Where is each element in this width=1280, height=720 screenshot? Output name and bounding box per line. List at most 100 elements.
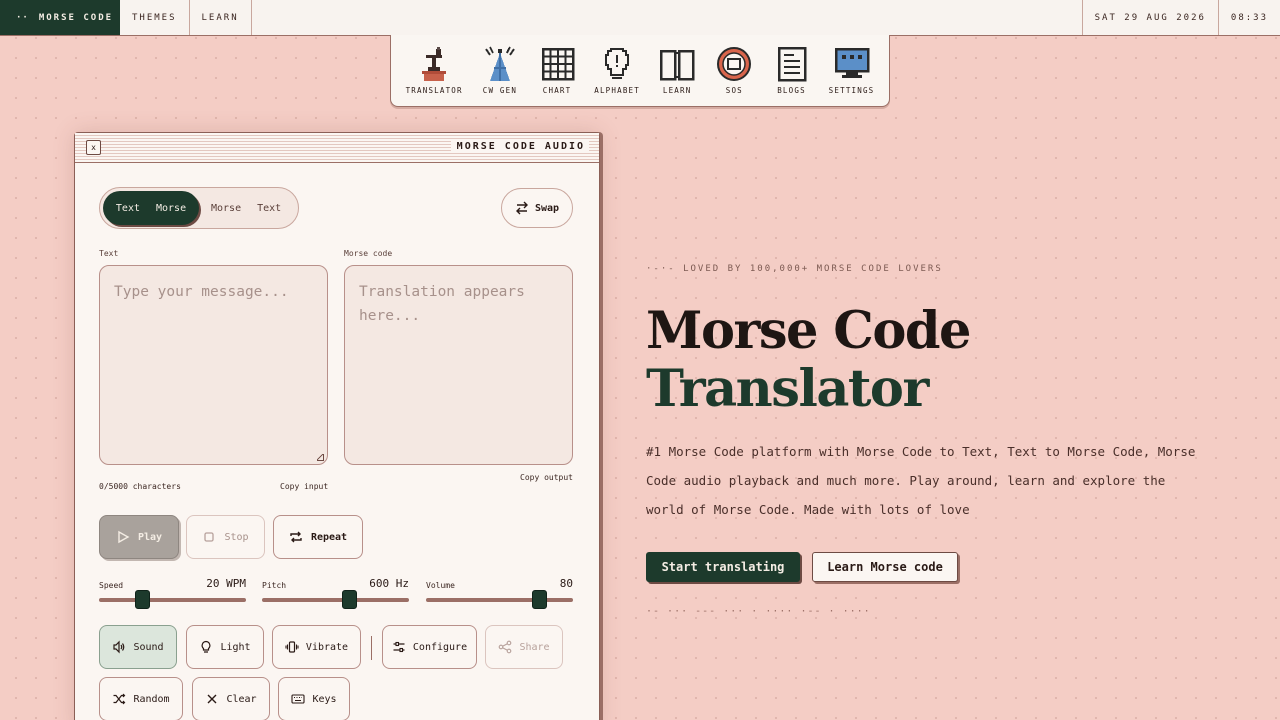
output-label: Morse code [344,249,393,258]
clear-button[interactable]: Clear [192,677,270,720]
vibrate-label: Vibrate [305,641,349,653]
window-title-bar[interactable]: x MORSE CODE AUDIO [75,133,599,163]
share-button[interactable]: Share [485,625,563,669]
learn-morse-button[interactable]: Learn Morse code [812,552,958,582]
dock-label-blogs: BLOGS [777,86,806,95]
translation-mode-toggle: Text Morse Morse Text [99,187,299,229]
sound-label: Sound [133,641,164,653]
mode-to-label: Morse [156,202,187,214]
hero-title-line-1: Morse Code [646,301,971,361]
configure-button[interactable]: Configure [382,625,477,669]
life-ring-icon [717,47,752,81]
keyboard-icon [291,694,306,704]
dock-item-settings[interactable]: SETTINGS [829,45,875,95]
speaker-icon [113,640,125,654]
mode-from-label: Morse [211,202,242,214]
stop-button[interactable]: Stop [186,515,265,559]
start-translating-button[interactable]: Start translating [646,552,800,582]
volume-track[interactable] [426,590,573,609]
dock-label-cw-gen: CW GEN [482,86,518,95]
speed-label: Speed [99,581,124,590]
sound-toggle[interactable]: Sound [99,625,177,669]
pitch-slider: Pitch 600 Hz [262,577,409,609]
date-display: SAT 29 AUG 2026 [1081,0,1218,35]
top-bar: ·· MORSE CODE THEMES LEARN SAT 29 AUG 20… [0,0,1280,36]
nav-themes-link[interactable]: THEMES [120,0,190,35]
clock-display: 08:33 [1217,0,1280,35]
mode-text-to-morse[interactable]: Text Morse [103,191,199,225]
hero-title: Morse Code Translator [646,301,971,419]
output-placeholder: Translation appears here... [359,284,525,324]
repeat-label: Repeat [310,531,348,543]
stop-icon [204,532,215,542]
repeat-button[interactable]: Repeat [273,515,363,559]
morse-output[interactable]: Translation appears here... [344,265,573,465]
keys-button[interactable]: Keys [278,677,350,720]
light-toggle[interactable]: Light [186,625,264,669]
monitor-icon [834,47,869,78]
random-button[interactable]: Random [99,677,183,720]
input-label: Text [99,249,119,258]
volume-value: 80 [559,577,573,590]
speed-track[interactable] [99,590,246,609]
dock-label-learn: LEARN [662,86,692,95]
volume-slider: Volume 80 [426,577,573,609]
dock-label-settings: SETTINGS [828,86,875,95]
play-icon [118,530,130,544]
nav-learn-link[interactable]: LEARN [190,0,252,35]
morse-signature: ·- ··· --- ··· · ···· ·-- · ···· [646,606,871,617]
radio-tower-icon [485,46,515,81]
brand-home-link[interactable]: ·· MORSE CODE [0,0,120,35]
pitch-track[interactable] [262,590,409,609]
speed-value: 20 WPM [206,577,246,590]
copy-output-button[interactable]: Copy output [520,473,573,482]
mode-from-label: Text [115,202,140,214]
copy-input-button[interactable]: Copy input [280,482,328,491]
text-input[interactable]: Type your message... [99,265,328,465]
volume-label: Volume [426,581,455,590]
dock-item-sos[interactable]: SOS [714,45,754,95]
hero-title-line-2: Translator [646,359,929,419]
dock-label-chart: CHART [542,86,572,95]
swap-button[interactable]: Swap [501,188,573,228]
swap-arrows-icon [515,201,528,215]
close-icon [207,694,217,704]
keys-label: Keys [312,693,337,705]
dock-item-chart[interactable]: CHART [537,45,577,95]
play-button[interactable]: Play [99,515,179,559]
window-title: MORSE CODE AUDIO [450,141,589,152]
hero-description: #1 Morse Code platform with Morse Code t… [646,444,1196,517]
dock-label-sos: SOS [725,86,743,95]
option-divider [371,636,372,660]
volume-thumb[interactable] [532,590,548,609]
document-icon [777,46,806,82]
lightbulb-icon [605,48,630,79]
share-icon [499,640,512,654]
dock-item-alphabet[interactable]: ALPHABET [594,45,640,95]
dock-item-translator[interactable]: TRANSLATOR [406,45,463,95]
window-close-button[interactable]: x [86,140,101,155]
brand-name: MORSE CODE [38,12,114,23]
grid-chart-icon [541,47,575,81]
shuffle-icon [113,693,126,705]
speed-thumb[interactable] [134,590,150,609]
mode-morse-to-text[interactable]: Morse Text [199,191,295,225]
speed-slider: Speed 20 WPM [99,577,246,609]
dock-item-cw-gen[interactable]: CW GEN [480,45,520,95]
dock-item-blogs[interactable]: BLOGS [772,45,812,95]
hero-tagline: ·-·- LOVED BY 100,000+ MORSE CODE LOVERS [646,264,943,274]
vibrate-toggle[interactable]: Vibrate [272,625,361,669]
char-counter: 0/5000 characters [99,482,181,491]
dock-label-translator: TRANSLATOR [405,86,463,95]
app-dock: TRANSLATOR CW GEN CHART ALPHABET LEARN S… [390,35,890,107]
brand-dots: ·· [16,12,29,23]
pitch-value: 600 Hz [369,577,409,590]
morse-audio-window: x MORSE CODE AUDIO Text Morse Morse Text… [74,132,600,720]
sliders-icon [393,641,405,653]
lightbulb-icon [201,640,211,653]
dock-label-alphabet: ALPHABET [594,86,640,95]
pitch-thumb[interactable] [341,590,357,609]
dock-item-learn[interactable]: LEARN [657,45,697,95]
open-book-icon [659,49,695,81]
